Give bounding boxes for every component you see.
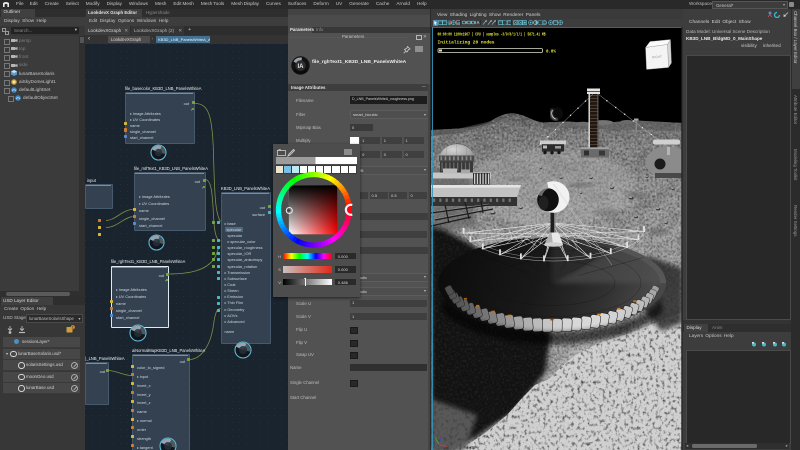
- svg-text:00:00:00 1100x1967 | CPU | sam: 00:00:00 1100x1967 | CPU | samples -3/9/…: [438, 32, 546, 37]
- svg-text:0.0%: 0.0%: [546, 50, 556, 54]
- svg-text:RIGHT: RIGHT: [652, 54, 662, 59]
- svg-text:1: 1: [72, 325, 74, 329]
- svg-text:IA: IA: [298, 63, 305, 69]
- svg-text:Initializing 20 nodes: Initializing 20 nodes: [438, 40, 496, 45]
